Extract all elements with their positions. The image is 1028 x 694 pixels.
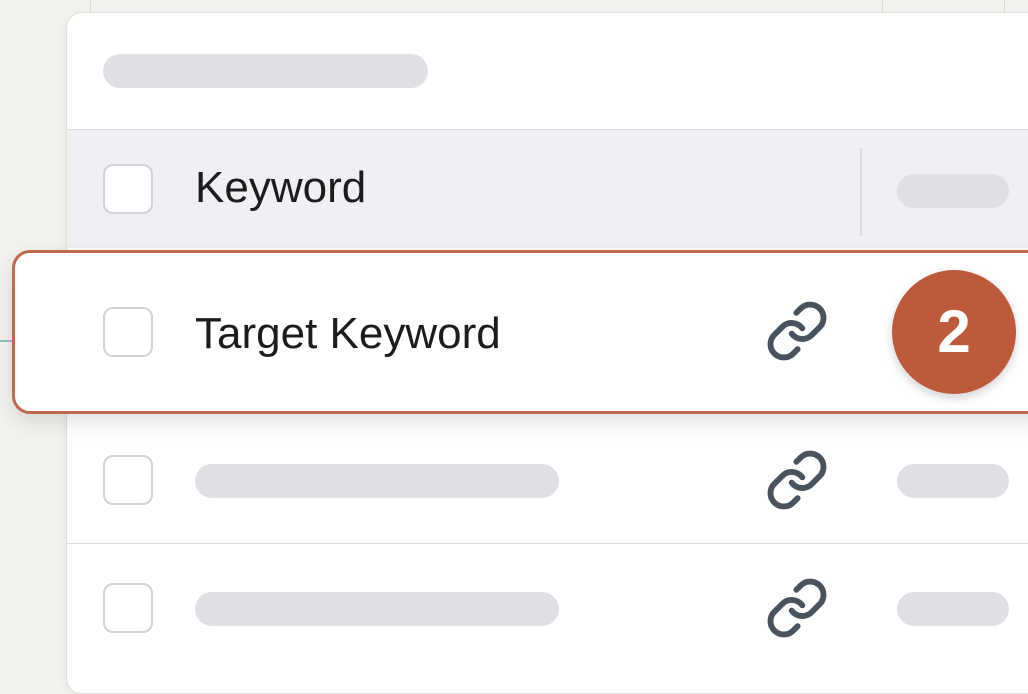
background-divider — [90, 0, 91, 12]
column-header-placeholder — [897, 174, 1009, 208]
link-icon[interactable] — [765, 576, 829, 640]
table-row[interactable] — [67, 414, 1028, 544]
panel-title-placeholder — [103, 54, 428, 88]
table-row[interactable] — [67, 544, 1028, 674]
target-keyword-text: Target Keyword — [195, 309, 501, 358]
row-checkbox[interactable] — [103, 307, 153, 357]
row-checkbox[interactable] — [103, 455, 153, 505]
select-all-checkbox[interactable] — [103, 164, 153, 214]
column-divider — [860, 148, 862, 236]
background-connector-line — [0, 340, 12, 342]
background-divider — [882, 0, 883, 12]
value-placeholder — [897, 464, 1009, 498]
link-icon[interactable] — [765, 299, 829, 363]
step-number-badge: 2 — [892, 270, 1016, 394]
link-icon[interactable] — [765, 448, 829, 512]
keyword-column-header[interactable]: Keyword — [195, 163, 366, 213]
background-divider — [1004, 0, 1005, 12]
table-header-row: Keyword — [67, 129, 1028, 248]
value-placeholder — [897, 592, 1009, 626]
highlighted-table-row[interactable]: Target Keyword — [12, 250, 1028, 414]
keyword-placeholder — [195, 592, 559, 626]
row-checkbox[interactable] — [103, 583, 153, 633]
keyword-placeholder — [195, 464, 559, 498]
